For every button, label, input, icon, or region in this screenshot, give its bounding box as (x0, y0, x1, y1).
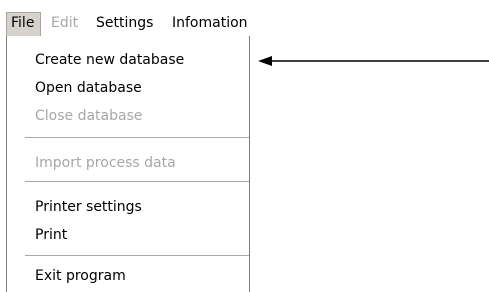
menu-item-exit-program[interactable]: Exit program (35, 265, 126, 287)
menu-separator (25, 255, 249, 257)
menu-edit[interactable]: Edit (51, 12, 78, 34)
menu-item-printer-settings[interactable]: Printer settings (35, 196, 142, 218)
menu-item-print[interactable]: Print (35, 224, 67, 246)
menu-file[interactable]: File (6, 12, 41, 36)
menu-information[interactable]: Infomation (172, 12, 248, 34)
menu-bar: File Edit Settings Infomation (0, 0, 489, 36)
menu-item-create-new-database[interactable]: Create new database (35, 49, 184, 71)
menu-separator (25, 181, 249, 183)
menu-item-close-database[interactable]: Close database (35, 105, 143, 127)
file-menu-dropdown: Create new database Open database Close … (6, 36, 250, 292)
arrow-left-icon (258, 56, 489, 66)
menu-item-import-process-data[interactable]: Import process data (35, 152, 176, 174)
menu-separator (25, 137, 249, 139)
menu-settings[interactable]: Settings (96, 12, 153, 34)
menu-item-open-database[interactable]: Open database (35, 77, 142, 99)
